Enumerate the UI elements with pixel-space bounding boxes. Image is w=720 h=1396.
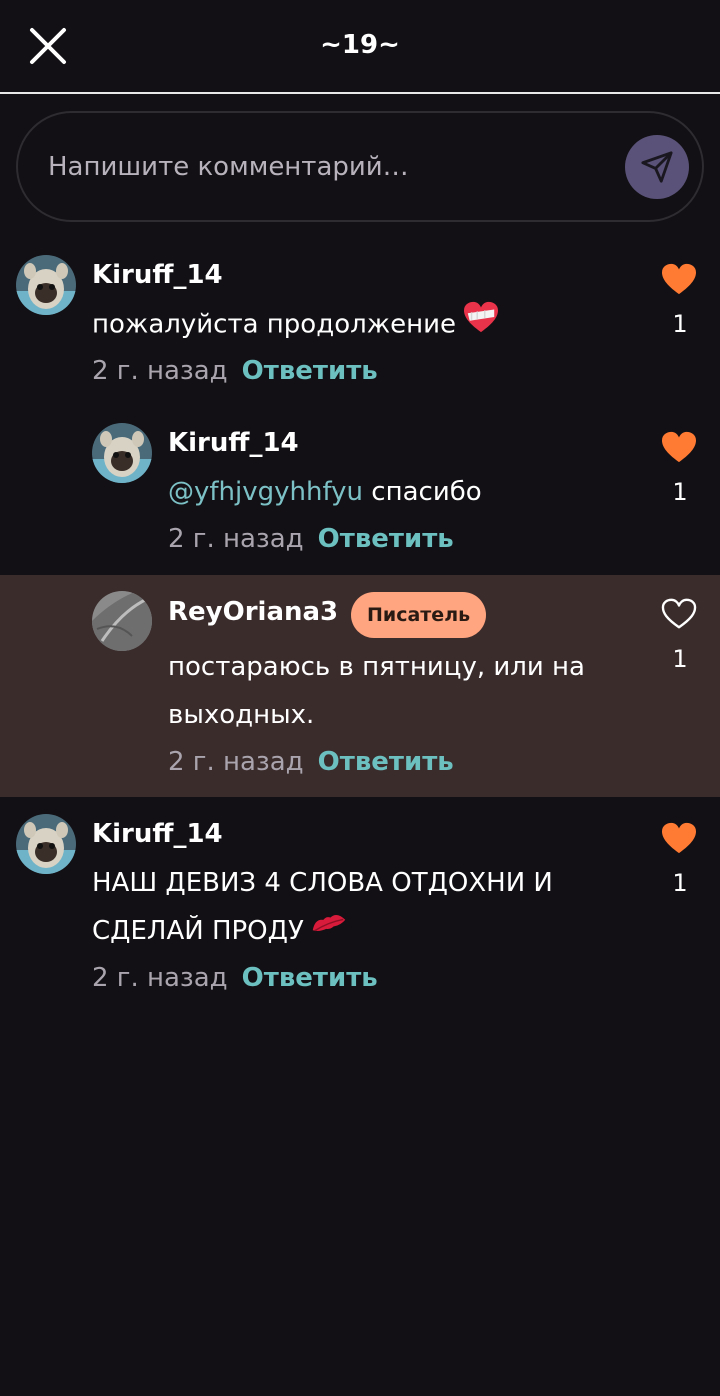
writer-badge: Писатель [351,592,487,638]
comment-meta: 2 г. назад Ответить [168,524,454,554]
comment-meta: 2 г. назад Ответить [92,356,378,386]
like-count: 1 [672,645,688,673]
comment-text: постараюсь в пятницу, или на выходных. [168,652,585,730]
comment-composer [16,111,704,222]
heart-filled-icon[interactable] [660,430,700,466]
comment-time: 2 г. назад [92,963,228,993]
comment-username[interactable]: ReyOriana3 [168,597,338,627]
comment-text: пожалуйста продолжение [92,300,632,350]
like-count: 1 [672,478,688,506]
top-bar: ~19~ [0,0,720,94]
send-button[interactable] [625,135,689,199]
comment-reply-item: Kiruff_14 @yfhjvgyhhfyu спасибо 2 г. наз… [0,408,720,575]
comment-item: Kiruff_14 НАШ ДЕВИЗ 4 СЛОВА ОТДОХНИ И СД… [0,799,720,1019]
avatar[interactable] [92,591,152,651]
comment-text-content: спасибо [363,477,482,507]
reply-button[interactable]: Ответить [242,963,378,993]
comment-text: НАШ ДЕВИЗ 4 СЛОВА ОТДОХНИ И СДЕЛАЙ ПРОДУ [92,859,572,956]
reply-button[interactable]: Ответить [242,356,378,386]
kiss-mark-emoji [310,908,348,956]
reply-button[interactable]: Ответить [318,524,454,554]
heart-filled-icon[interactable] [660,821,700,857]
comment-text: @yfhjvgyhhfyu спасибо [168,468,638,516]
mention-link[interactable]: @yfhjvgyhhfyu [168,477,363,507]
comment-meta: 2 г. назад Ответить [92,963,378,993]
comment-time: 2 г. назад [168,524,304,554]
mending-heart-emoji [462,300,500,350]
heart-outline-icon[interactable] [660,597,700,633]
comment-meta: 2 г. назад Ответить [168,747,454,777]
avatar[interactable] [16,255,76,315]
comment-text-content: пожалуйста продолжение [92,309,457,340]
send-icon [641,151,673,183]
comment-reply-item-author: ReyOriana3 Писатель постараюсь в пятницу… [0,575,720,797]
heart-filled-icon[interactable] [660,262,700,298]
comment-item: Kiruff_14 пожалуйста продолжение 2 г. на… [0,240,720,410]
avatar[interactable] [92,423,152,483]
comment-username[interactable]: Kiruff_14 [168,428,299,458]
comment-time: 2 г. назад [92,356,228,386]
like-count: 1 [672,869,688,897]
comment-input[interactable] [48,143,608,191]
comment-username[interactable]: Kiruff_14 [92,260,223,290]
like-count: 1 [672,310,688,338]
page-title: ~19~ [320,30,400,60]
comment-time: 2 г. назад [168,747,304,777]
avatar[interactable] [16,814,76,874]
comment-username[interactable]: Kiruff_14 [92,819,223,849]
reply-button[interactable]: Ответить [318,747,454,777]
